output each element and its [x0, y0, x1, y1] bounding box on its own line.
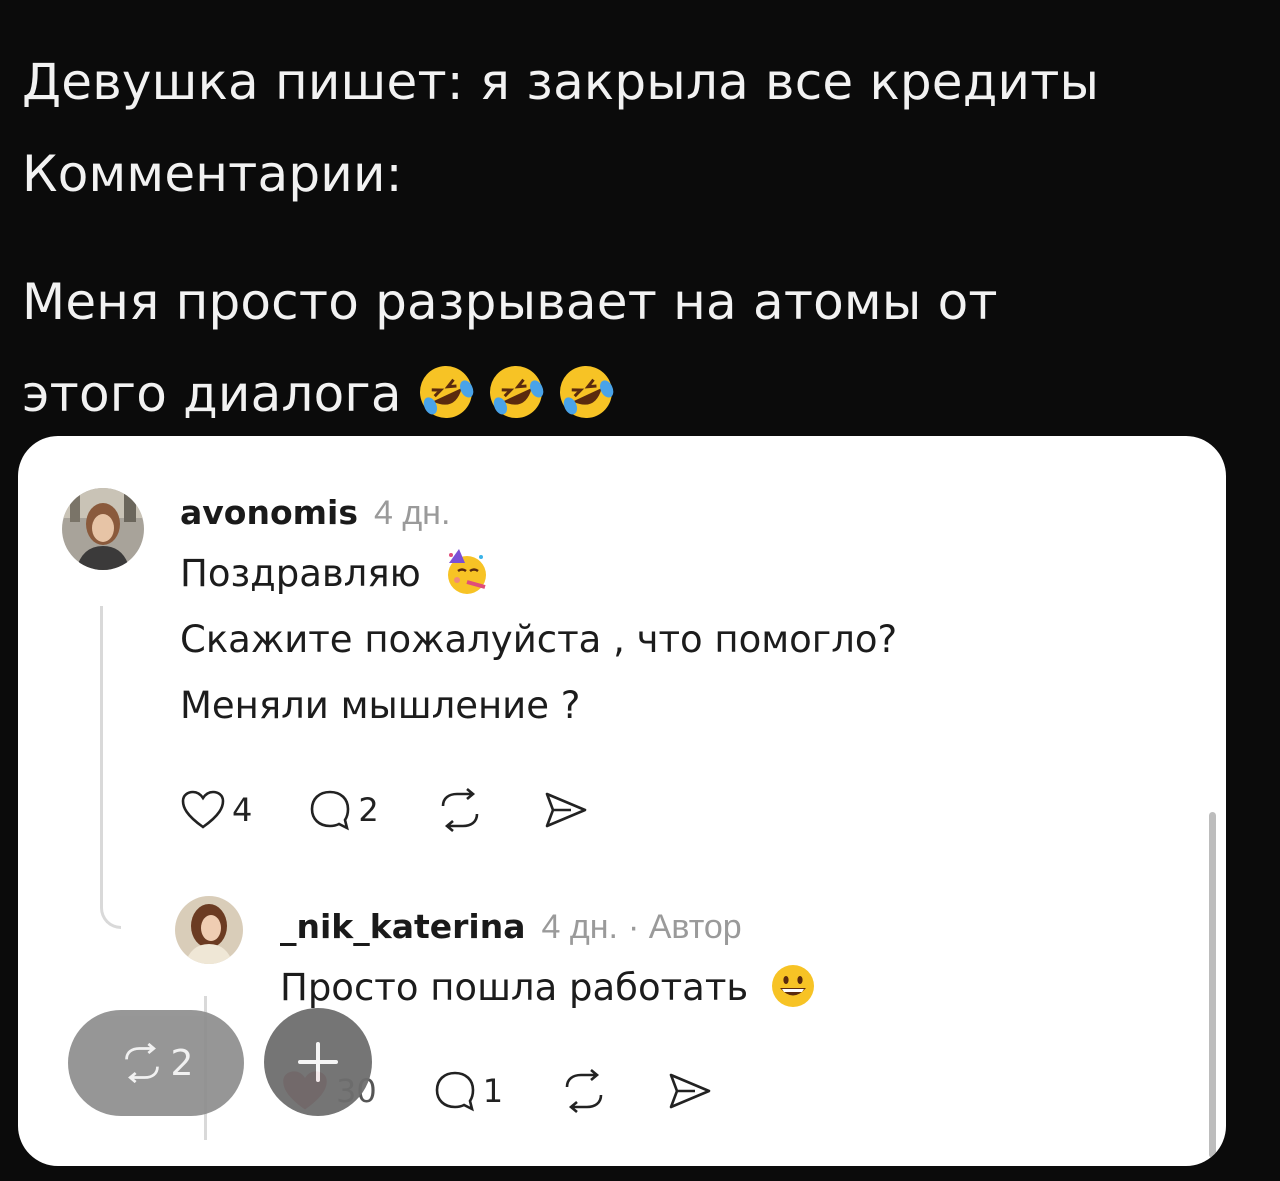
reply-comment: _nik_katerina 4 дн. · Автор Просто пошла…	[280, 898, 818, 1021]
reply-button[interactable]: 1	[433, 1069, 503, 1113]
headline-line-4-text: этого диалога	[22, 365, 402, 423]
plus-icon	[298, 1042, 338, 1082]
comment: avonomis 4 дн. Поздравляю Скажите пожалу…	[180, 484, 897, 739]
comment-line-text: Просто пошла работать	[280, 966, 749, 1009]
headline-line-3: Меня просто разрывает на атомы от	[22, 273, 998, 331]
like-count: 4	[232, 791, 253, 829]
headline-line-2: Комментарии:	[22, 145, 403, 203]
headline-gap	[22, 220, 1262, 256]
username[interactable]: _nik_katerina	[280, 907, 525, 946]
repost-icon	[565, 1069, 603, 1113]
comment-bubble-icon	[311, 790, 350, 831]
comment-bubble-icon	[435, 1071, 475, 1112]
laughing-emoji-icon	[419, 365, 473, 418]
laughing-emoji-group	[416, 362, 616, 422]
comment-actions: 4 2	[180, 788, 645, 832]
headline-line-1: Девушка пишет: я закрыла все кредиты	[22, 53, 1100, 111]
author-badge: · Автор	[627, 908, 742, 946]
floating-repost-button[interactable]: 2	[68, 1010, 244, 1116]
comment-line: Меняли мышление ?	[180, 684, 581, 727]
headline-line-4: этого диалога	[22, 348, 1262, 440]
like-button[interactable]: 4	[180, 789, 252, 831]
comment-meta: avonomis 4 дн.	[180, 484, 897, 541]
thread-connector-line	[100, 606, 121, 929]
scrollbar[interactable]	[1209, 812, 1216, 1158]
username[interactable]: avonomis	[180, 493, 358, 532]
comment-body: Просто пошла работать	[280, 955, 818, 1021]
floating-add-button[interactable]	[264, 1008, 372, 1116]
repost-count: 2	[170, 1042, 194, 1084]
reply-count: 2	[358, 791, 379, 829]
grinning-face-icon	[771, 964, 814, 1007]
reply-count: 1	[482, 1072, 504, 1110]
post-text: Девушка пишет: я закрыла все кредиты Ком…	[22, 36, 1262, 440]
repost-button[interactable]	[559, 1069, 609, 1113]
heart-icon	[181, 790, 225, 829]
avatar-photo-icon	[62, 488, 144, 570]
send-icon	[669, 1073, 711, 1109]
avatar[interactable]	[62, 488, 144, 570]
comment-line: Поздравляю	[180, 541, 897, 607]
laughing-emoji-icon	[489, 365, 543, 418]
comment-line-text: Поздравляю	[180, 552, 421, 595]
comment-meta: _nik_katerina 4 дн. · Автор	[280, 898, 818, 955]
avatar-photo-icon	[175, 896, 243, 964]
repost-button[interactable]	[435, 788, 485, 832]
repost-icon	[124, 1043, 159, 1083]
timestamp: 4 дн.	[373, 494, 451, 532]
comment-body: Поздравляю Скажите пожалуйста , что помо…	[180, 541, 897, 739]
share-button[interactable]	[541, 788, 589, 832]
share-button[interactable]	[665, 1069, 713, 1113]
comment-line: Скажите пожалуйста , что помогло?	[180, 618, 898, 661]
reply-button[interactable]: 2	[308, 788, 379, 832]
partying-face-icon	[447, 548, 486, 594]
avatar[interactable]	[175, 896, 243, 964]
timestamp: 4 дн.	[541, 908, 618, 946]
send-icon	[545, 792, 587, 828]
repost-icon	[441, 788, 479, 832]
laughing-emoji-icon	[559, 365, 613, 418]
